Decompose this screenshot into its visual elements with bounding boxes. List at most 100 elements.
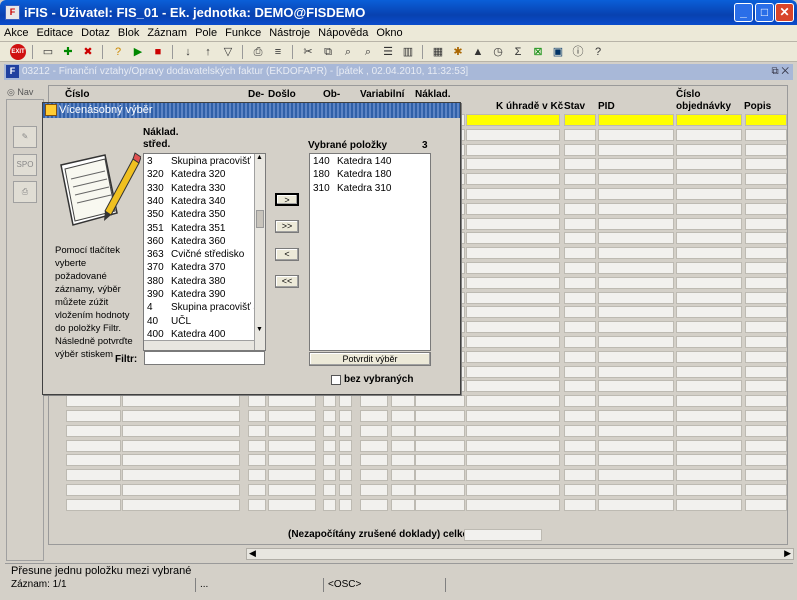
grid-cell[interactable] xyxy=(564,188,596,200)
grid-cell[interactable] xyxy=(745,321,787,333)
grid-cell[interactable] xyxy=(466,144,560,156)
grid-cell[interactable] xyxy=(598,158,674,170)
grid-cell[interactable] xyxy=(598,188,674,200)
grid-cell[interactable] xyxy=(564,321,596,333)
columns-icon[interactable]: ▥ xyxy=(400,44,416,60)
grid-cell[interactable] xyxy=(676,321,742,333)
grid-cell[interactable] xyxy=(745,218,787,230)
grid-cell[interactable] xyxy=(323,454,336,466)
grid-cell[interactable] xyxy=(268,410,316,422)
grid-cell[interactable] xyxy=(676,484,742,496)
grid-cell[interactable] xyxy=(676,247,742,259)
grid-cell[interactable] xyxy=(66,499,121,511)
grid-cell[interactable] xyxy=(676,380,742,392)
menu-zaznam[interactable]: Záznam xyxy=(143,25,191,42)
available-list-hscrollbar[interactable] xyxy=(144,340,254,350)
settings-icon[interactable]: ✱ xyxy=(450,44,466,60)
grid-cell[interactable] xyxy=(676,203,742,215)
list-item[interactable]: 363 Cvičné středisko xyxy=(147,249,244,262)
grid-cell[interactable] xyxy=(564,336,596,348)
grid-cell[interactable] xyxy=(564,469,596,481)
grid-cell[interactable] xyxy=(122,425,240,437)
calendar-icon[interactable]: ▦ xyxy=(430,44,446,60)
grid-cell[interactable] xyxy=(598,336,674,348)
grid-cell[interactable] xyxy=(466,395,560,407)
grid-cell[interactable] xyxy=(339,440,352,452)
grid-cell[interactable] xyxy=(676,454,742,466)
grid-cell[interactable] xyxy=(598,144,674,156)
sort-asc-icon[interactable]: ↓ xyxy=(180,44,196,60)
grid-cell[interactable] xyxy=(676,232,742,244)
printer-icon[interactable]: ⎙ xyxy=(13,181,37,203)
grid-cell[interactable] xyxy=(598,499,674,511)
grid-cell[interactable] xyxy=(339,454,352,466)
grid-cell[interactable] xyxy=(66,469,121,481)
grid-cell[interactable] xyxy=(564,395,596,407)
move-all-button[interactable]: >> xyxy=(275,220,299,233)
grid-cell[interactable] xyxy=(466,218,560,230)
filter-cell[interactable] xyxy=(466,114,560,126)
grid-cell[interactable] xyxy=(122,469,240,481)
grid-cell[interactable] xyxy=(598,484,674,496)
grid-cell[interactable] xyxy=(676,440,742,452)
grid-cell[interactable] xyxy=(268,440,316,452)
grid-cell[interactable] xyxy=(745,454,787,466)
grid-cell[interactable] xyxy=(339,469,352,481)
grid-cell[interactable] xyxy=(564,454,596,466)
list-item[interactable]: 180 Katedra 180 xyxy=(313,169,392,182)
grid-cell[interactable] xyxy=(564,410,596,422)
grid-cell[interactable] xyxy=(323,499,336,511)
grid-cell[interactable] xyxy=(598,321,674,333)
grid-cell[interactable] xyxy=(564,292,596,304)
remove-all-button[interactable]: << xyxy=(275,275,299,288)
list-item[interactable]: 140 Katedra 140 xyxy=(313,156,392,169)
grid-cell[interactable] xyxy=(415,425,465,437)
grid-cell[interactable] xyxy=(564,247,596,259)
grid-cell[interactable] xyxy=(745,499,787,511)
insert-record-icon[interactable]: ✚ xyxy=(60,44,76,60)
grid-cell[interactable] xyxy=(676,144,742,156)
grid-cell[interactable] xyxy=(391,425,415,437)
grid-cell[interactable] xyxy=(745,188,787,200)
print-icon[interactable]: ⎙ xyxy=(250,44,266,60)
menu-okno[interactable]: Okno xyxy=(372,25,406,42)
selected-list[interactable]: 140 Katedra 140 180 Katedra 180 310 Katedra 3… xyxy=(309,153,431,351)
confirm-selection-button[interactable]: Potvrdit výběr xyxy=(309,352,431,366)
grid-cell[interactable] xyxy=(598,277,674,289)
grid-cell[interactable] xyxy=(248,425,266,437)
filter-cell[interactable] xyxy=(745,114,787,126)
grid-cell[interactable] xyxy=(339,499,352,511)
grid-cell[interactable] xyxy=(676,395,742,407)
grid-cell[interactable] xyxy=(391,469,415,481)
grid-cell[interactable] xyxy=(248,484,266,496)
grid-cell[interactable] xyxy=(745,203,787,215)
grid-cell[interactable] xyxy=(466,366,560,378)
grid-cell[interactable] xyxy=(745,395,787,407)
grid-cell[interactable] xyxy=(745,232,787,244)
list-item[interactable]: 310 Katedra 310 xyxy=(313,183,392,196)
scroll-down-icon[interactable]: ▼ xyxy=(256,326,263,333)
grid-cell[interactable] xyxy=(391,454,415,466)
grid-cell[interactable] xyxy=(360,440,388,452)
cut-icon[interactable]: ✂ xyxy=(300,44,316,60)
menu-akce[interactable]: Akce xyxy=(0,25,32,42)
grid-cell[interactable] xyxy=(415,410,465,422)
grid-cell[interactable] xyxy=(676,306,742,318)
grid-cell[interactable] xyxy=(564,306,596,318)
available-list-scrollbar[interactable]: ▲ ▼ xyxy=(254,154,265,350)
grid-cell[interactable] xyxy=(391,484,415,496)
grid-cell[interactable] xyxy=(598,380,674,392)
grid-cell[interactable] xyxy=(598,232,674,244)
list-item[interactable]: 380 Katedra 380 xyxy=(147,276,226,289)
grid-cell[interactable] xyxy=(466,425,560,437)
grid-cell[interactable] xyxy=(323,469,336,481)
grid-cell[interactable] xyxy=(564,144,596,156)
grid-cell[interactable] xyxy=(598,454,674,466)
grid-cell[interactable] xyxy=(415,395,465,407)
grid-cell[interactable] xyxy=(323,410,336,422)
grid-cell[interactable] xyxy=(564,158,596,170)
grid-cell[interactable] xyxy=(360,410,388,422)
sum-icon[interactable]: Σ xyxy=(510,44,526,60)
scroll-thumb[interactable] xyxy=(256,210,264,228)
grid-cell[interactable] xyxy=(676,158,742,170)
